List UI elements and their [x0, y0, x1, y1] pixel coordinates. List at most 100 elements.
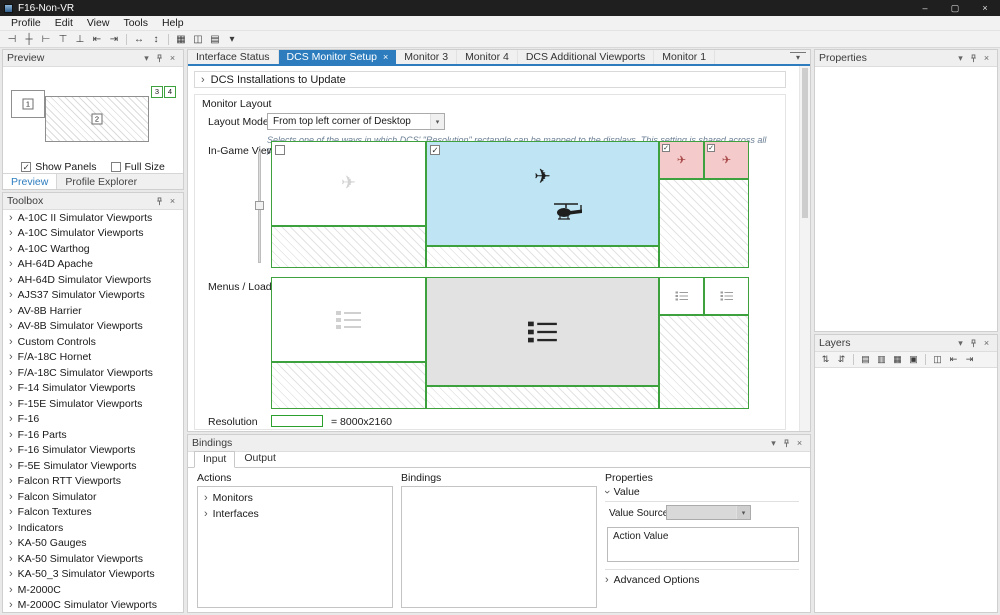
- value-expander[interactable]: › Value: [601, 486, 640, 498]
- tree-item-interfaces[interactable]: › Interfaces: [198, 506, 392, 522]
- size-width-icon[interactable]: ↔: [131, 32, 147, 46]
- toolbox-item[interactable]: › AH-64D Simulator Viewports: [3, 272, 183, 288]
- sort-ascending-icon[interactable]: ⇅: [818, 353, 833, 367]
- group-layers-icon[interactable]: ◫: [930, 353, 945, 367]
- title-bar[interactable]: F16-Non-VR – ▢ ×: [0, 0, 1000, 16]
- toolbox-item[interactable]: › Falcon Textures: [3, 505, 183, 521]
- collapse-left-icon[interactable]: ⇤: [946, 353, 961, 367]
- menu-profile[interactable]: Profile: [4, 17, 48, 29]
- value-source-combobox[interactable]: ▾: [666, 505, 751, 520]
- toolbox-item[interactable]: › Custom Controls: [3, 334, 183, 350]
- toolbox-item[interactable]: › F/A-18C Hornet: [3, 350, 183, 366]
- close-icon[interactable]: ×: [980, 52, 993, 65]
- toolbox-item[interactable]: › AJS37 Simulator Viewports: [3, 288, 183, 304]
- tab-monitor-4[interactable]: Monitor 4: [457, 50, 518, 64]
- send-backward-icon[interactable]: ▥: [874, 353, 889, 367]
- layout-mode-combobox[interactable]: From top left corner of Desktop ▾: [267, 113, 445, 130]
- scrollbar-thumb[interactable]: [802, 68, 808, 218]
- minimize-button[interactable]: –: [910, 0, 940, 16]
- monitor-checkbox[interactable]: [275, 145, 285, 155]
- menus-monitor-top-right-2[interactable]: [704, 277, 749, 315]
- align-top-icon[interactable]: ⊤: [55, 32, 71, 46]
- toolbox-item[interactable]: › F-16 Simulator Viewports: [3, 443, 183, 459]
- bindings-list[interactable]: [401, 486, 597, 608]
- layout-icon[interactable]: ▤: [207, 32, 223, 46]
- pin-icon[interactable]: [153, 195, 166, 208]
- toolbox-item[interactable]: › AV-8B Simulator Viewports: [3, 319, 183, 335]
- tab-monitor-1[interactable]: Monitor 1: [654, 50, 716, 64]
- in-game-monitor-top-right-1[interactable]: ✓ ✈: [659, 141, 704, 179]
- distribute-right-icon[interactable]: ⇥: [106, 32, 122, 46]
- tab-dcs-monitor-setup[interactable]: DCS Monitor Setup ×: [278, 50, 397, 64]
- toolbox-panel-header[interactable]: Toolbox ×: [3, 193, 183, 210]
- size-height-icon[interactable]: ↕: [148, 32, 164, 46]
- toolbox-item[interactable]: › F-16: [3, 412, 183, 428]
- panel-menu-icon[interactable]: ▾: [954, 337, 967, 350]
- properties-panel-header[interactable]: Properties ▾ ×: [815, 50, 997, 67]
- sort-descending-icon[interactable]: ⇵: [834, 353, 849, 367]
- checkbox-icon[interactable]: [110, 162, 121, 172]
- monitor-checkbox[interactable]: ✓: [430, 145, 440, 155]
- toolbox-item[interactable]: › KA-50_3 Simulator Viewports: [3, 567, 183, 583]
- send-to-back-icon[interactable]: ▣: [906, 353, 921, 367]
- toolbox-item[interactable]: › KA-50 Gauges: [3, 536, 183, 552]
- toolbox-item[interactable]: › F-15E Simulator Viewports: [3, 396, 183, 412]
- monitor-checkbox[interactable]: ✓: [707, 144, 715, 152]
- toolbox-item[interactable]: › F-16 Parts: [3, 427, 183, 443]
- toolbox-item[interactable]: › M-2000C: [3, 582, 183, 598]
- tab-dcs-additional-viewports[interactable]: DCS Additional Viewports: [518, 50, 655, 64]
- align-bottom-icon[interactable]: ⊥: [72, 32, 88, 46]
- menu-tools[interactable]: Tools: [116, 17, 155, 29]
- align-center-icon[interactable]: ┼: [21, 32, 37, 46]
- in-game-monitor-center[interactable]: ✓ ✈: [426, 141, 659, 246]
- layers-panel-header[interactable]: Layers ▾ ×: [815, 335, 997, 352]
- menu-edit[interactable]: Edit: [48, 17, 80, 29]
- toolbox-item[interactable]: › AH-64D Apache: [3, 257, 183, 273]
- tab-input[interactable]: Input: [194, 451, 236, 468]
- tab-close-icon[interactable]: ×: [383, 52, 388, 62]
- dropdown-icon[interactable]: ▾: [224, 32, 240, 46]
- panel-menu-icon[interactable]: ▾: [140, 52, 153, 65]
- close-icon[interactable]: ×: [980, 337, 993, 350]
- toolbox-item[interactable]: › A-10C Warthog: [3, 241, 183, 257]
- tab-list-icon[interactable]: ▾: [790, 52, 806, 62]
- pin-icon[interactable]: [967, 337, 980, 350]
- split-view-icon[interactable]: ◫: [190, 32, 206, 46]
- collapse-right-icon[interactable]: ⇥: [962, 353, 977, 367]
- actions-tree[interactable]: › Monitors › Interfaces: [197, 486, 393, 608]
- close-icon[interactable]: ×: [166, 52, 179, 65]
- monitor-checkbox[interactable]: ✓: [662, 144, 670, 152]
- menus-monitor-top-right-1[interactable]: [659, 277, 704, 315]
- toolbox-item[interactable]: › AV-8B Harrier: [3, 303, 183, 319]
- toolbox-item[interactable]: › F-14 Simulator Viewports: [3, 381, 183, 397]
- advanced-options-expander[interactable]: › Advanced Options: [605, 574, 699, 586]
- in-game-monitor-left[interactable]: ✈: [271, 141, 426, 226]
- in-game-monitor-top-right-2[interactable]: ✓ ✈: [704, 141, 749, 179]
- tab-profile-explorer[interactable]: Profile Explorer: [57, 174, 145, 189]
- bring-forward-icon[interactable]: ▤: [858, 353, 873, 367]
- toolbox-item[interactable]: › Falcon RTT Viewports: [3, 474, 183, 490]
- toolbox-item[interactable]: › M-2000C Simulator Viewports: [3, 598, 183, 613]
- menus-monitor-left[interactable]: [271, 277, 426, 362]
- toolbox-item[interactable]: › F-5E Simulator Viewports: [3, 458, 183, 474]
- toolbox-item[interactable]: › A-10C II Simulator Viewports: [3, 210, 183, 226]
- toolbox-item[interactable]: › KA-50 Simulator Viewports: [3, 551, 183, 567]
- tab-interface-status[interactable]: Interface Status: [188, 50, 279, 64]
- close-button[interactable]: ×: [970, 0, 1000, 16]
- align-right-icon[interactable]: ⊢: [38, 32, 54, 46]
- zoom-slider-thumb[interactable]: [255, 201, 264, 210]
- pin-icon[interactable]: [967, 52, 980, 65]
- tab-output[interactable]: Output: [235, 450, 285, 467]
- show-panels-checkbox[interactable]: ✓ Show Panels: [21, 161, 97, 173]
- preview-monitor-4[interactable]: 4: [164, 86, 176, 98]
- document-scrollbar[interactable]: [799, 66, 810, 431]
- distribute-left-icon[interactable]: ⇤: [89, 32, 105, 46]
- toolbox-item[interactable]: › A-10C Simulator Viewports: [3, 226, 183, 242]
- installations-expander[interactable]: › DCS Installations to Update: [194, 71, 786, 88]
- menus-monitor-center[interactable]: [426, 277, 659, 386]
- preview-monitor-1[interactable]: 1: [11, 90, 45, 118]
- preview-panel-header[interactable]: Preview ▾ ×: [3, 50, 183, 67]
- close-icon[interactable]: ×: [166, 195, 179, 208]
- align-left-icon[interactable]: ⊣: [4, 32, 20, 46]
- zoom-slider[interactable]: [255, 151, 264, 263]
